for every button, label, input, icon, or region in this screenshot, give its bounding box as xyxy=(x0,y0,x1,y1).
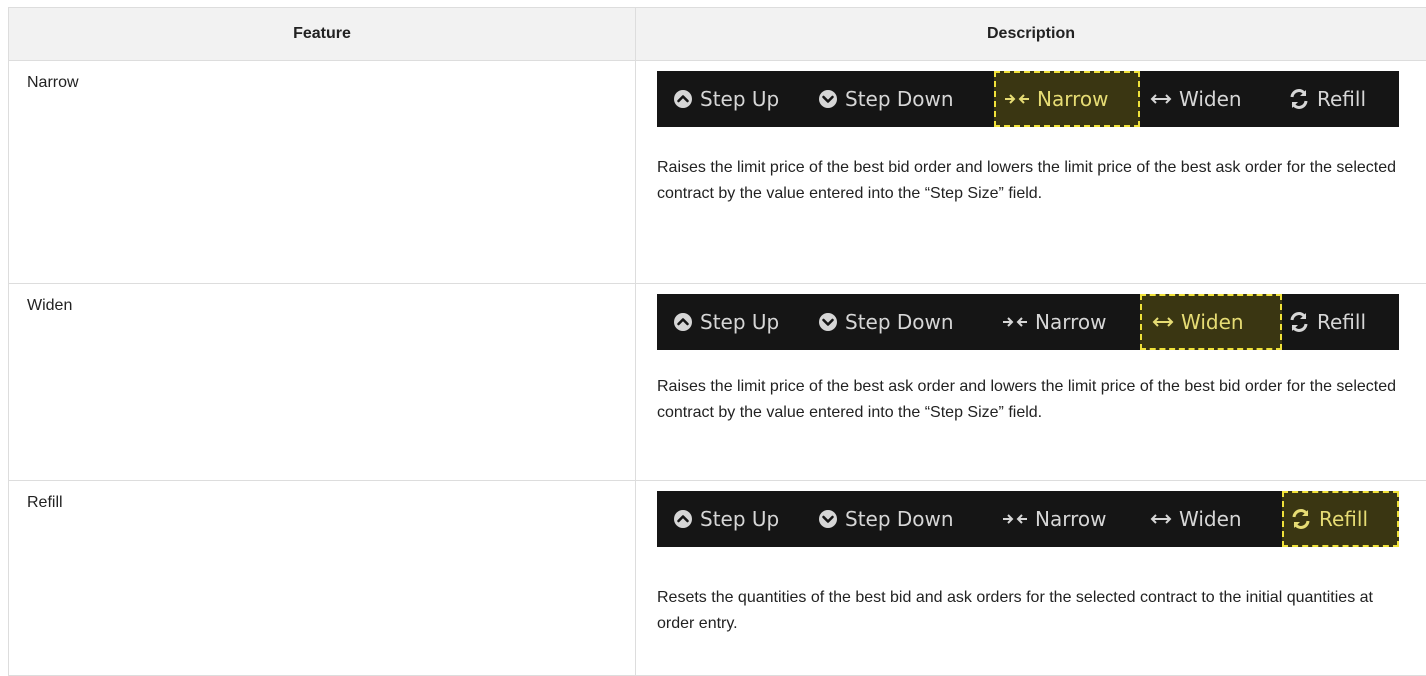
toolbar-screenshot: Step Up Step Down Narrow xyxy=(657,71,1399,127)
widen-button[interactable]: Widen xyxy=(1140,491,1282,547)
compress-arrows-icon xyxy=(1002,512,1028,526)
description-cell: Step Up Step Down Narrow xyxy=(636,61,1426,284)
chevron-circle-down-icon xyxy=(818,312,838,332)
narrow-label: Narrow xyxy=(1035,310,1106,334)
refill-button[interactable]: Refill xyxy=(1282,491,1399,547)
feature-description: Resets the quantities of the best bid an… xyxy=(657,585,1416,637)
step-down-button[interactable]: Step Down xyxy=(812,294,994,350)
header-description: Description xyxy=(636,8,1426,61)
toolbar-screenshot: Step Up Step Down Narrow xyxy=(657,294,1399,350)
expand-arrows-icon xyxy=(1150,512,1172,526)
chevron-circle-up-icon xyxy=(673,89,693,109)
description-cell: Step Up Step Down Narrow xyxy=(636,481,1426,676)
features-table: Feature Description Narrow Step Up xyxy=(8,7,1426,676)
compress-arrows-icon xyxy=(1004,92,1030,106)
table-row: Widen Step Up xyxy=(9,284,1426,481)
refresh-icon xyxy=(1288,88,1310,110)
refill-label: Refill xyxy=(1317,87,1366,111)
step-up-button[interactable]: Step Up xyxy=(657,71,812,127)
toolbar-screenshot: Step Up Step Down Narrow xyxy=(657,491,1399,547)
table-row: Refill Step Up xyxy=(9,481,1426,676)
feature-description: Raises the limit price of the best ask o… xyxy=(657,374,1416,426)
refill-label: Refill xyxy=(1317,310,1366,334)
chevron-circle-up-icon xyxy=(673,312,693,332)
widen-label: Widen xyxy=(1179,507,1242,531)
expand-arrows-icon xyxy=(1150,92,1172,106)
widen-label: Widen xyxy=(1181,310,1244,334)
feature-name: Refill xyxy=(9,481,636,676)
refill-button[interactable]: Refill xyxy=(1282,71,1399,127)
chevron-circle-down-icon xyxy=(818,89,838,109)
feature-name: Narrow xyxy=(9,61,636,284)
refresh-icon xyxy=(1288,311,1310,333)
step-up-button[interactable]: Step Up xyxy=(657,294,812,350)
expand-arrows-icon xyxy=(1152,315,1174,329)
feature-description: Raises the limit price of the best bid o… xyxy=(657,155,1416,207)
narrow-button[interactable]: Narrow xyxy=(994,294,1140,350)
step-down-label: Step Down xyxy=(845,87,954,111)
description-cell: Step Up Step Down Narrow xyxy=(636,284,1426,481)
table-header-row: Feature Description xyxy=(9,8,1426,61)
refill-label: Refill xyxy=(1319,507,1368,531)
compress-arrows-icon xyxy=(1002,315,1028,329)
widen-button[interactable]: Widen xyxy=(1140,71,1282,127)
header-feature: Feature xyxy=(9,8,636,61)
refresh-icon xyxy=(1290,508,1312,530)
step-up-label: Step Up xyxy=(700,87,779,111)
refill-button[interactable]: Refill xyxy=(1282,294,1399,350)
chevron-circle-up-icon xyxy=(673,509,693,529)
step-up-label: Step Up xyxy=(700,507,779,531)
narrow-button[interactable]: Narrow xyxy=(994,71,1140,127)
step-down-label: Step Down xyxy=(845,507,954,531)
step-down-button[interactable]: Step Down xyxy=(812,491,994,547)
narrow-label: Narrow xyxy=(1037,87,1108,111)
step-down-label: Step Down xyxy=(845,310,954,334)
table-row: Narrow Step Up xyxy=(9,61,1426,284)
widen-button[interactable]: Widen xyxy=(1140,294,1282,350)
narrow-button[interactable]: Narrow xyxy=(994,491,1140,547)
step-up-button[interactable]: Step Up xyxy=(657,491,812,547)
feature-name: Widen xyxy=(9,284,636,481)
step-up-label: Step Up xyxy=(700,310,779,334)
narrow-label: Narrow xyxy=(1035,507,1106,531)
widen-label: Widen xyxy=(1179,87,1242,111)
chevron-circle-down-icon xyxy=(818,509,838,529)
step-down-button[interactable]: Step Down xyxy=(812,71,994,127)
